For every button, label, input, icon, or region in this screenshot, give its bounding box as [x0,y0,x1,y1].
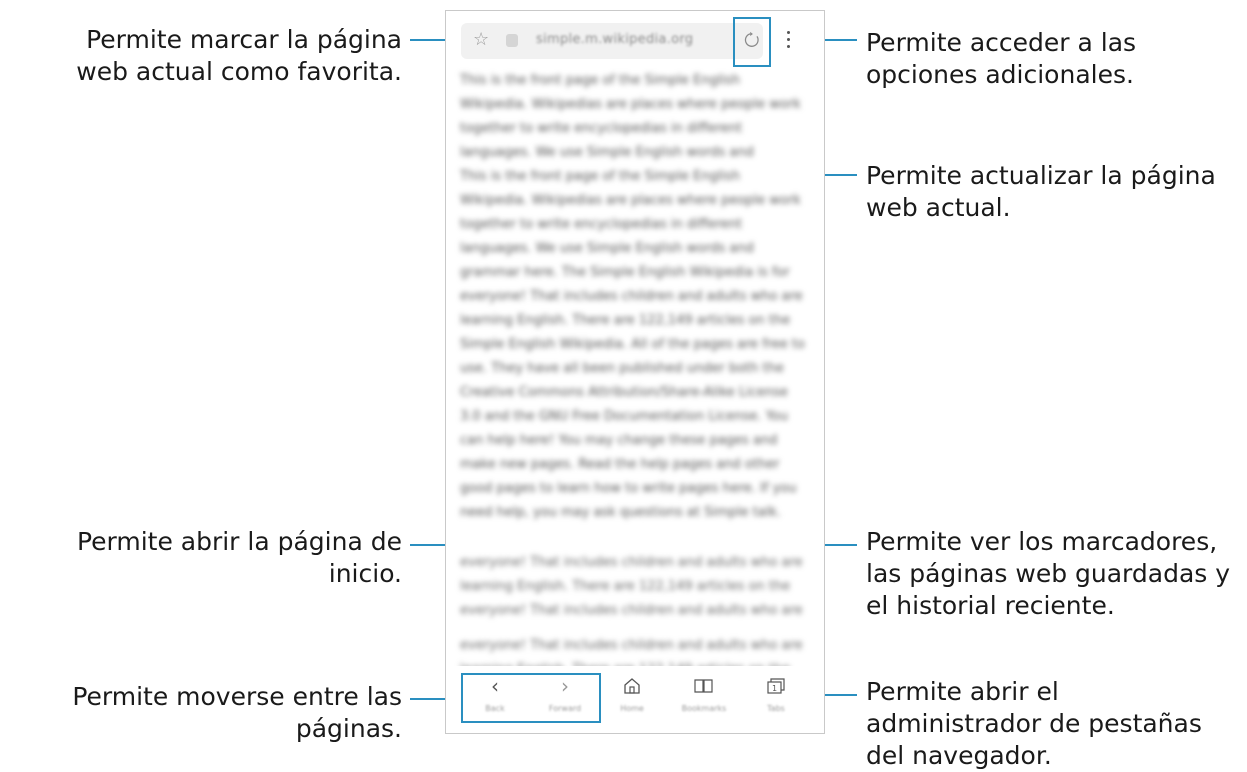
book-icon [674,674,734,698]
page-content: This is the front page of the Simple Eng… [460,69,810,525]
star-icon[interactable]: ☆ [473,30,493,50]
browser-screen: ☆ simple.m.wikipedia.org This is the fro… [445,10,825,734]
forward-button[interactable]: › Forward [535,666,595,726]
content-paragraph: everyone! That includes children and adu… [460,555,803,618]
callout-bookmarks: Permite ver los marcadores, las páginas … [866,527,1231,620]
tabs-label: Tabs [767,704,785,713]
callout-navigate: Permite moverse entre las páginas. [72,682,402,743]
tabs-icon: 1 [746,674,806,698]
chevron-left-icon: ‹ [491,674,499,698]
back-button[interactable]: ‹ Back [465,666,525,726]
site-info-icon[interactable] [506,34,518,47]
address-bar[interactable]: ☆ simple.m.wikipedia.org [461,23,763,59]
bookmarks-label: Bookmarks [681,704,727,713]
home-button[interactable]: Home [602,666,662,726]
home-icon [602,674,662,698]
svg-text:1: 1 [772,684,777,693]
content-paragraph: This is the front page of the Simple Eng… [460,169,805,520]
url-text[interactable]: simple.m.wikipedia.org [536,32,693,47]
forward-label: Forward [548,704,582,713]
bookmarks-button[interactable]: Bookmarks [674,666,734,726]
chevron-right-icon: › [561,674,569,698]
home-label: Home [620,704,644,713]
more-vertical-icon[interactable] [784,31,794,53]
content-paragraph: This is the front page of the Simple Eng… [460,73,801,160]
refresh-icon [744,31,759,47]
bottom-toolbar: ‹ Back › Forward Home Bookmarks 1 Tabs [446,666,824,733]
callout-refresh: Permite actualizar la página web actual. [866,161,1216,222]
back-label: Back [485,704,505,713]
callout-tabs: Permite abrir el administrador de pestañ… [866,677,1202,770]
callout-more: Permite acceder a las opciones adicional… [866,28,1137,89]
refresh-button[interactable] [733,17,771,67]
tabs-button[interactable]: 1 Tabs [746,666,806,726]
callout-home: Permite abrir la página de inicio. [76,527,402,588]
callout-bookmark: Permite marcar la página web actual como… [76,25,402,86]
